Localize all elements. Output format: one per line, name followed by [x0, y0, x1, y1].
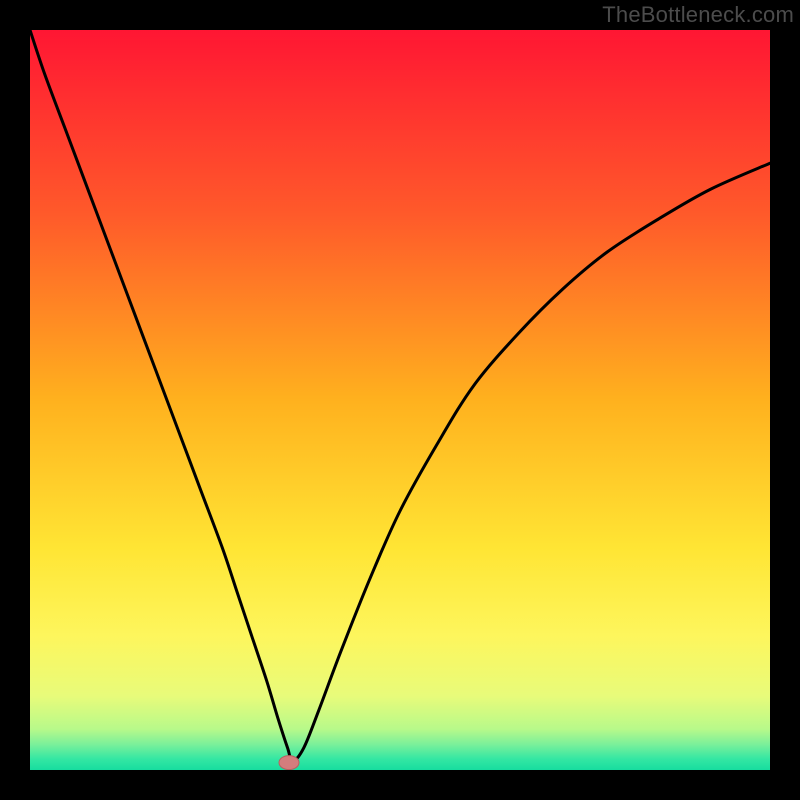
watermark-text: TheBottleneck.com — [602, 2, 794, 28]
chart-frame — [30, 30, 770, 770]
bottleneck-chart — [30, 30, 770, 770]
minimum-marker — [279, 756, 299, 770]
gradient-background — [30, 30, 770, 770]
